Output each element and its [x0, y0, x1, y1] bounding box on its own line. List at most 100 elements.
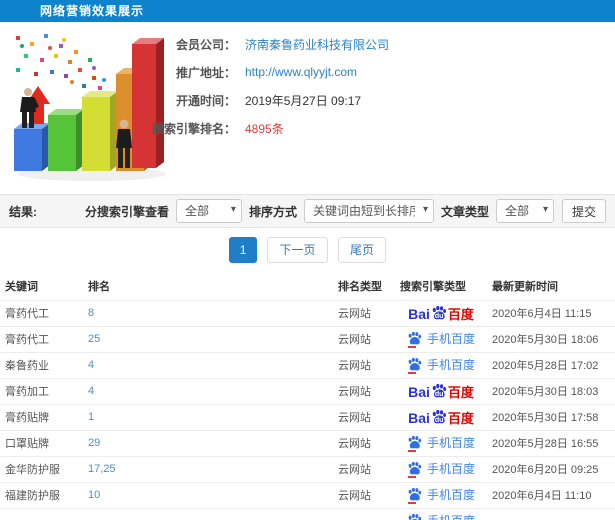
rank-type-cell: 云网站	[330, 455, 394, 482]
rank-type-cell: 云网站	[330, 403, 394, 430]
keyword-cell: 膏药代工	[0, 299, 84, 326]
table-row: 口罩贴牌 29 云网站 手机百度 2020年5月28日 16:55	[0, 429, 615, 456]
page: 网络营销效果展示 会员公司： 济南秦鲁药业科技有限公司 推广地址： http:/…	[0, 0, 615, 520]
rank-type-cell: 云网站	[330, 377, 394, 404]
field-promo-url: 推广地址： http://www.qlyyjt.com	[146, 58, 389, 86]
keyword-cell: 口罩贴牌	[0, 429, 84, 456]
engine-cell: 手机百度	[394, 429, 488, 456]
article-type-select-wrap: 全部	[495, 199, 554, 223]
last-page-button[interactable]: 尾页	[337, 237, 386, 263]
mobile-baidu-text: 手机百度	[426, 331, 475, 346]
baidu-logo-text: Bai	[408, 409, 430, 426]
rank-link[interactable]: 4	[84, 351, 330, 378]
rank-type-cell: 云网站	[330, 481, 394, 508]
table-row: 秦鲁药业 4 云网站 手机百度 2020年5月28日 17:02	[0, 351, 615, 378]
baidu-logo[interactable]: Bai du 百度	[408, 409, 474, 425]
table-row: 福建防护服 10 云网站 手机百度 2020年6月4日 11:10	[0, 481, 615, 508]
sort-label: 排序方式	[248, 204, 297, 219]
rank-type-cell	[330, 507, 394, 520]
engine-filter-label: 分搜索引擎查看	[84, 204, 169, 219]
rank-type-cell: 云网站	[330, 351, 394, 378]
mobile-baidu-text: 手机百度	[426, 487, 475, 502]
rank-link[interactable]	[84, 507, 330, 520]
mobile-baidu-logo[interactable]: 手机百度	[407, 434, 475, 452]
engine-filter-select[interactable]: 全部	[176, 200, 241, 222]
page-1-button[interactable]: 1	[229, 237, 258, 263]
keyword-cell: 膏药代工	[0, 325, 84, 352]
sort-select[interactable]: 关键词由短到长排序	[304, 200, 433, 222]
baidu-logo-cn-text: 百度	[447, 306, 474, 322]
filter-bar: 结果: 分搜索引擎查看 全部 排序方式 关键词由短到长排序 文章类型 全部 提交	[0, 194, 615, 228]
updated-cell: 2020年5月30日 18:03	[488, 377, 615, 404]
keyword-cell	[0, 507, 84, 520]
engine-cell: 手机百度	[394, 351, 488, 378]
rank-link[interactable]: 4	[84, 377, 330, 404]
field-open-time: 开通时间： 2019年5月27日 09:17	[146, 86, 389, 114]
article-type-select[interactable]: 全部	[496, 200, 553, 222]
mobile-baidu-logo[interactable]: 手机百度	[407, 460, 475, 478]
engine-rank-count-value: 4895条	[245, 121, 284, 136]
field-engine-rank-count: 搜索引擎排名： 4895条	[146, 114, 389, 142]
baidu-paw-icon: du	[431, 409, 447, 425]
updated-cell: 2020年6月20日 09:25	[488, 455, 615, 482]
keyword-cell: 福建防护服	[0, 481, 84, 508]
header-engine-type: 搜索引擎类型	[400, 280, 466, 293]
updated-cell: 2020年5月28日 17:02	[488, 351, 615, 378]
rank-link[interactable]: 1	[84, 403, 330, 430]
sort-select-wrap: 关键词由短到长排序	[303, 199, 434, 223]
result-label: 结果:	[9, 204, 37, 219]
mobile-baidu-text: 手机百度	[426, 357, 475, 372]
rank-link[interactable]: 25	[84, 325, 330, 352]
baidu-logo-cn-text: 百度	[447, 384, 474, 400]
table-row: 金华防护服 17,25 云网站 手机百度 2020年6月20日 09:25	[0, 455, 615, 482]
table-row: 膏药加工 4 云网站 Bai du 百度 2020年5月30日 18:03	[0, 377, 615, 404]
engine-filter-select-wrap: 全部	[175, 199, 242, 223]
table-row: 膏药代工 25 云网站 手机百度 2020年5月30日 18:06	[0, 325, 615, 352]
mobile-baidu-logo[interactable]: 手机百度	[407, 356, 475, 374]
baidu-logo-text: Bai	[408, 305, 430, 322]
engine-rank-count-label: 搜索引擎排名：	[151, 121, 236, 136]
rank-type-cell: 云网站	[330, 299, 394, 326]
member-company-link[interactable]: 济南秦鲁药业科技有限公司	[245, 36, 389, 53]
table-row: 膏药贴牌 1 云网站 Bai du 百度 2020年5月30日 17:58	[0, 403, 615, 430]
next-page-button[interactable]: 下一页	[267, 237, 328, 263]
mobile-baidu-paw-icon	[407, 461, 422, 478]
baidu-logo[interactable]: Bai du 百度	[408, 305, 474, 321]
field-member-company: 会员公司： 济南秦鲁药业科技有限公司	[146, 30, 389, 58]
table-body: 膏药代工 8 云网站 Bai du 百度 2020年6月4日 11:15 膏药代工 25 云网站手…	[0, 299, 615, 520]
keyword-cell: 金华防护服	[0, 455, 84, 482]
updated-cell	[488, 507, 615, 520]
rank-link[interactable]: 10	[84, 481, 330, 508]
header-rank: 排名	[88, 280, 110, 293]
member-company-label: 会员公司：	[175, 37, 236, 52]
mobile-baidu-logo[interactable]: 手机百度	[407, 486, 475, 504]
mobile-baidu-paw-icon	[407, 513, 422, 520]
rank-type-cell: 云网站	[330, 429, 394, 456]
mobile-baidu-paw-icon	[407, 357, 422, 374]
rank-link[interactable]: 8	[84, 299, 330, 326]
mobile-baidu-logo[interactable]: 手机百度	[407, 512, 475, 520]
baidu-logo[interactable]: Bai du 百度	[408, 383, 474, 399]
engine-cell: 手机百度	[394, 507, 488, 520]
pagination: 1 下一页 尾页	[0, 228, 615, 272]
engine-cell: Bai du 百度	[394, 403, 488, 430]
baidu-paw-icon: du	[431, 383, 447, 399]
submit-button[interactable]: 提交	[561, 199, 606, 223]
rank-link[interactable]: 29	[84, 429, 330, 456]
promo-url-link[interactable]: http://www.qlyyjt.com	[245, 65, 357, 79]
updated-cell: 2020年5月30日 18:06	[488, 325, 615, 352]
open-time-value: 2019年5月27日 09:17	[245, 93, 362, 108]
updated-cell: 2020年6月4日 11:15	[488, 299, 615, 326]
article-type-label: 文章类型	[440, 204, 489, 219]
header-keyword: 关键词	[5, 280, 38, 293]
table-row-partial: 手机百度	[0, 507, 615, 520]
updated-cell: 2020年5月28日 16:55	[488, 429, 615, 456]
mobile-baidu-logo[interactable]: 手机百度	[407, 330, 475, 348]
baidu-logo-text: Bai	[408, 383, 430, 400]
rank-link[interactable]: 17,25	[84, 455, 330, 482]
keyword-cell: 膏药加工	[0, 377, 84, 404]
header-updated: 最新更新时间	[492, 280, 558, 293]
keyword-rank-table: 关键词 排名 排名类型 搜索引擎类型 最新更新时间 膏药代工 8 云网站 Bai du 百…	[0, 272, 615, 520]
table-row: 膏药代工 8 云网站 Bai du 百度 2020年6月4日 11:15	[0, 299, 615, 326]
open-time-label: 开通时间：	[175, 93, 236, 108]
